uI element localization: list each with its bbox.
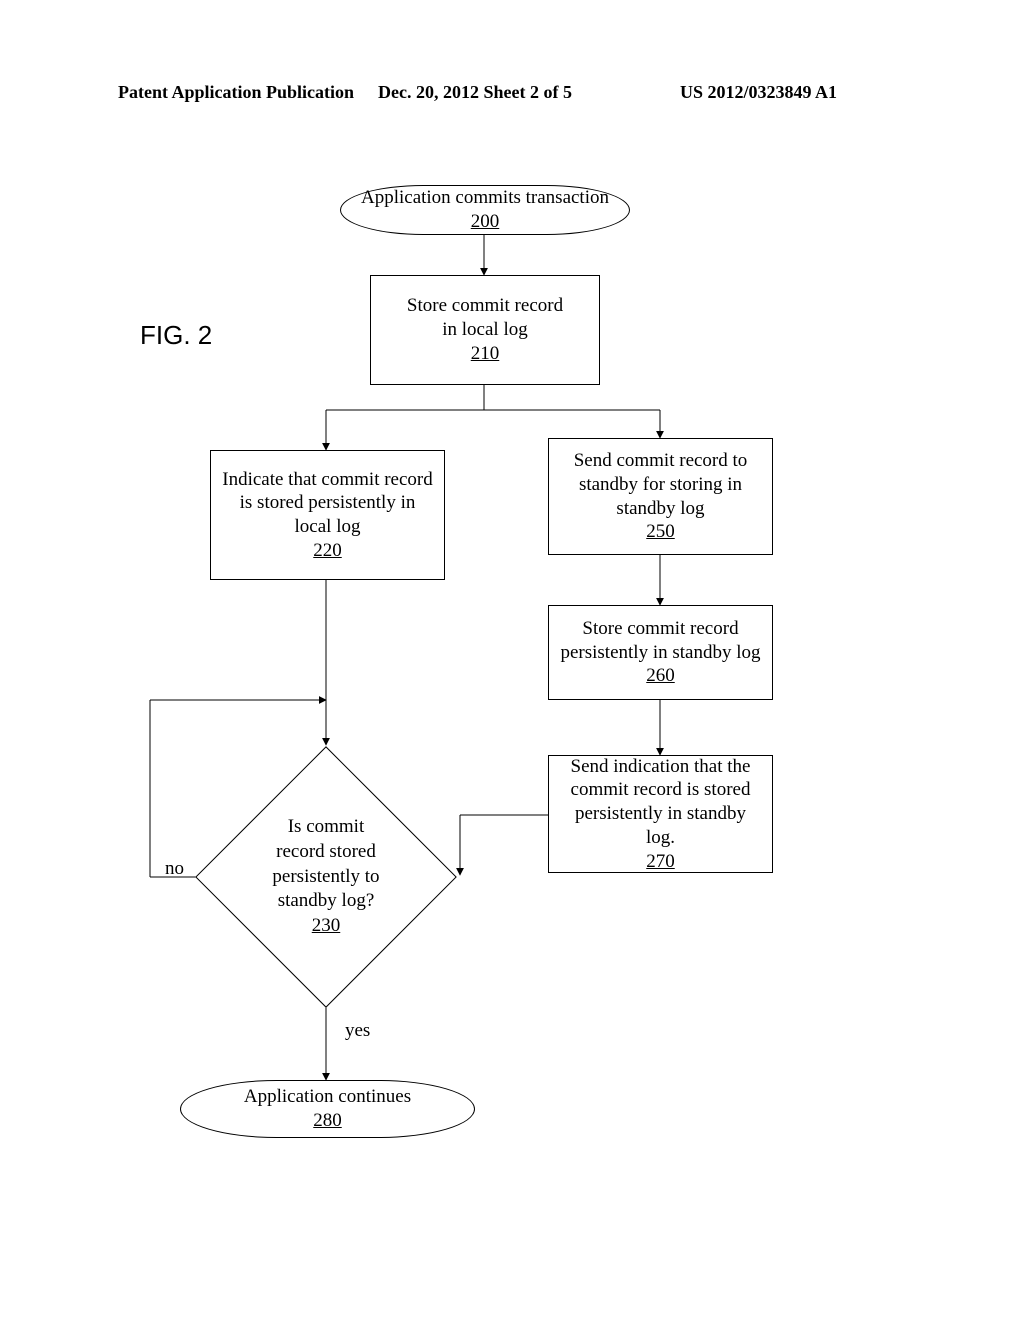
node-230-decision: Is commit record stored persistently to … — [196, 747, 456, 1007]
node-250-ref: 250 — [646, 520, 675, 544]
node-230-ref: 230 — [312, 914, 341, 939]
header-mid: Dec. 20, 2012 Sheet 2 of 5 — [378, 82, 572, 103]
node-230-text: Is commit record stored persistently to … — [272, 815, 379, 914]
node-280-text: Application continues — [244, 1085, 411, 1109]
edge-label-yes: yes — [345, 1020, 370, 1042]
header-right: US 2012/0323849 A1 — [680, 82, 837, 103]
node-200-text: Application commits transaction — [361, 186, 609, 210]
node-250: Send commit record to standby for storin… — [548, 438, 773, 555]
node-280-ref: 280 — [313, 1109, 342, 1133]
node-220-ref: 220 — [313, 539, 342, 563]
node-270-ref: 270 — [646, 850, 675, 874]
header-left: Patent Application Publication — [118, 82, 354, 103]
node-220-text: Indicate that commit record is stored pe… — [222, 468, 433, 539]
node-280-end: Application continues 280 — [180, 1080, 475, 1138]
node-250-text: Send commit record to standby for storin… — [574, 449, 748, 520]
node-270: Send indication that the commit record i… — [548, 755, 773, 873]
node-260-text: Store commit record persistently in stan… — [560, 617, 760, 665]
node-210-ref: 210 — [471, 342, 500, 366]
node-210-text: Store commit record in local log — [407, 294, 563, 342]
edge-label-no: no — [165, 858, 184, 880]
node-230-label: Is commit record stored persistently to … — [196, 747, 456, 1007]
node-270-text: Send indication that the commit record i… — [559, 755, 762, 850]
node-210: Store commit record in local log 210 — [370, 275, 600, 385]
node-260: Store commit record persistently in stan… — [548, 605, 773, 700]
node-200-start: Application commits transaction 200 — [340, 185, 630, 235]
figure-label: FIG. 2 — [140, 320, 212, 351]
node-220: Indicate that commit record is stored pe… — [210, 450, 445, 580]
node-200-ref: 200 — [471, 210, 500, 234]
node-260-ref: 260 — [646, 664, 675, 688]
